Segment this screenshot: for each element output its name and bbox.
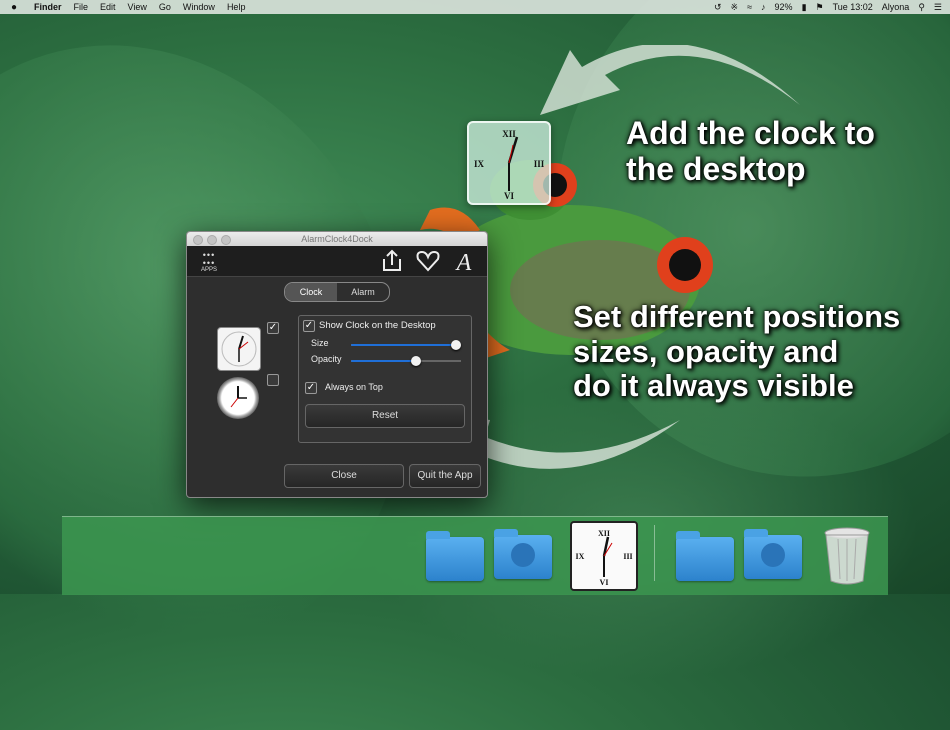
svg-text:VI: VI bbox=[504, 191, 514, 201]
minimize-window-icon[interactable] bbox=[207, 235, 217, 245]
callout-line: sizes, opacity and bbox=[573, 333, 839, 369]
tab-clock[interactable]: Clock bbox=[285, 283, 337, 301]
battery-icon[interactable]: ▮ bbox=[802, 2, 807, 13]
share-icon[interactable] bbox=[379, 249, 405, 273]
show-clock-label: Show Clock on the Desktop bbox=[319, 320, 436, 331]
grid-icon: ••• ••• bbox=[202, 250, 216, 268]
svg-text:A: A bbox=[455, 250, 472, 273]
battery-percent[interactable]: 92% bbox=[775, 2, 793, 12]
window-toolbar: ••• ••• APPS A bbox=[187, 246, 487, 277]
apps-label: APPS bbox=[200, 267, 217, 273]
show-clock-checkbox[interactable]: ✓ bbox=[303, 320, 315, 332]
notification-center-icon[interactable]: ☰ bbox=[934, 2, 942, 13]
clock-face-icon bbox=[230, 386, 247, 408]
app-window: AlarmClock4Dock ••• ••• APPS A Clock Alar… bbox=[186, 231, 488, 498]
size-slider-fill bbox=[351, 344, 456, 346]
menu-clock[interactable]: Tue 13:02 bbox=[833, 2, 873, 12]
clock-face-icon bbox=[221, 331, 257, 367]
clock-style2-checkbox[interactable] bbox=[267, 374, 279, 386]
menu-edit[interactable]: Edit bbox=[100, 2, 116, 12]
dock-clock-icon[interactable]: XII III VI IX bbox=[570, 521, 638, 591]
time-machine-icon[interactable]: ↺ bbox=[714, 2, 722, 13]
menu-bar: ● Finder File Edit View Go Window Help ↺… bbox=[0, 0, 950, 14]
callout-add-desktop: Add the clock to the desktop bbox=[626, 115, 875, 187]
always-on-top-checkbox[interactable]: ✓ bbox=[305, 382, 317, 394]
bluetooth-icon[interactable]: ※ bbox=[731, 2, 739, 13]
documents-folder-icon[interactable] bbox=[426, 531, 484, 581]
svg-text:IX: IX bbox=[474, 159, 485, 169]
download-arrow-icon bbox=[511, 543, 535, 567]
svg-text:III: III bbox=[534, 159, 545, 169]
opacity-slider-fill bbox=[351, 360, 416, 362]
heart-icon[interactable] bbox=[415, 249, 441, 273]
menu-view[interactable]: View bbox=[128, 2, 147, 12]
reset-button[interactable]: Reset bbox=[305, 404, 465, 428]
callout-line: Set different positions bbox=[573, 299, 901, 334]
downloads-folder-icon[interactable] bbox=[744, 529, 802, 579]
window-title: AlarmClock4Dock bbox=[301, 234, 373, 244]
size-slider-knob[interactable] bbox=[451, 340, 461, 350]
always-on-top-label: Always on Top bbox=[325, 382, 383, 392]
quit-app-button[interactable]: Quit the App bbox=[409, 464, 481, 488]
apple-menu-icon[interactable]: ● bbox=[8, 2, 20, 13]
clock-settings-panel: ✓ Show Clock on the Desktop Size Opacity… bbox=[298, 315, 472, 443]
apps-button[interactable]: ••• ••• APPS bbox=[197, 250, 221, 274]
spotlight-icon[interactable]: ⚲ bbox=[918, 2, 925, 13]
clock-style-round[interactable] bbox=[217, 377, 259, 419]
menu-file[interactable]: File bbox=[74, 2, 89, 12]
volume-icon[interactable]: ♪ bbox=[761, 2, 766, 12]
opacity-slider-knob[interactable] bbox=[411, 356, 421, 366]
wifi-icon[interactable]: ≈ bbox=[747, 2, 752, 12]
zoom-window-icon[interactable] bbox=[221, 235, 231, 245]
tab-segmented-control: Clock Alarm bbox=[284, 282, 390, 302]
close-button[interactable]: Close bbox=[284, 464, 404, 488]
flag-icon[interactable]: ⚑ bbox=[816, 2, 824, 13]
svg-text:IX: IX bbox=[576, 552, 585, 561]
clock-style-square[interactable] bbox=[217, 327, 261, 371]
window-titlebar[interactable]: AlarmClock4Dock bbox=[187, 232, 487, 246]
size-label: Size bbox=[311, 338, 329, 348]
clock-face-icon: XII III VI IX bbox=[576, 529, 633, 587]
menu-window[interactable]: Window bbox=[183, 2, 215, 12]
dock: XII III VI IX bbox=[62, 516, 888, 595]
documents-folder-icon[interactable] bbox=[676, 531, 734, 581]
menu-help[interactable]: Help bbox=[227, 2, 246, 12]
dock-separator bbox=[654, 525, 655, 581]
svg-text:III: III bbox=[623, 552, 632, 561]
opacity-label: Opacity bbox=[311, 354, 342, 364]
menu-go[interactable]: Go bbox=[159, 2, 171, 12]
close-window-icon[interactable] bbox=[193, 235, 203, 245]
svg-text:VI: VI bbox=[600, 578, 609, 587]
svg-text:XII: XII bbox=[598, 529, 610, 538]
font-a-icon[interactable]: A bbox=[451, 249, 477, 273]
downloads-folder-icon[interactable] bbox=[494, 529, 552, 579]
tab-alarm[interactable]: Alarm bbox=[337, 283, 389, 301]
menu-user[interactable]: Alyona bbox=[882, 2, 910, 12]
trash-icon[interactable] bbox=[824, 527, 870, 585]
menu-app-name[interactable]: Finder bbox=[34, 2, 62, 12]
clock-style1-checkbox[interactable]: ✓ bbox=[267, 322, 279, 334]
callout-line: do it always visible bbox=[573, 368, 854, 404]
callout-positions: Set different positions sizes, opacity a… bbox=[573, 299, 950, 404]
download-arrow-icon bbox=[761, 543, 785, 567]
